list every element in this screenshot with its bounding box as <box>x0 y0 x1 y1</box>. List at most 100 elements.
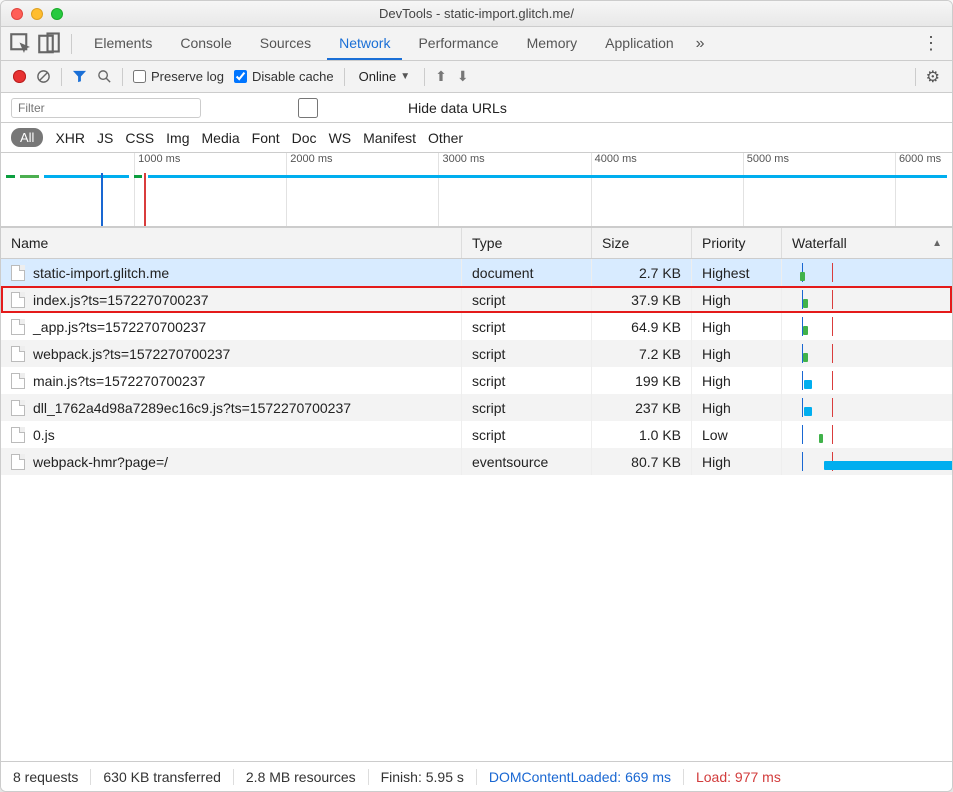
type-filter-doc[interactable]: Doc <box>292 130 317 146</box>
more-tabs-icon[interactable]: » <box>690 35 711 53</box>
hide-data-urls-toggle[interactable]: Hide data URLs <box>213 98 507 118</box>
table-header: Name Type Size Priority Waterfall▲ <box>1 227 952 259</box>
request-name: main.js?ts=1572270700237 <box>33 373 205 389</box>
file-icon <box>11 427 25 443</box>
tab-application[interactable]: Application <box>593 27 686 60</box>
cell-priority: High <box>692 340 782 367</box>
tab-memory[interactable]: Memory <box>515 27 590 60</box>
timeline-tick: 6000 ms <box>899 153 941 165</box>
tab-console[interactable]: Console <box>168 27 243 60</box>
status-load: Load: 977 ms <box>684 769 793 785</box>
cell-priority: High <box>692 448 782 475</box>
filter-icon[interactable] <box>72 69 87 84</box>
hide-data-urls-checkbox[interactable] <box>213 98 403 118</box>
request-name: webpack-hmr?page=/ <box>33 454 168 470</box>
timeline-overview[interactable]: 1000 ms 2000 ms 3000 ms 4000 ms 5000 ms … <box>1 153 952 227</box>
status-resources: 2.8 MB resources <box>234 769 369 785</box>
filter-input[interactable] <box>11 98 201 118</box>
disable-cache-checkbox[interactable] <box>234 70 247 83</box>
devtools-window: DevTools - static-import.glitch.me/ Elem… <box>0 0 953 792</box>
network-toolbar: Preserve log Disable cache Online ▼ ⬆ ⬇ … <box>1 61 952 93</box>
cell-size: 80.7 KB <box>592 448 692 475</box>
file-icon <box>11 373 25 389</box>
table-row[interactable]: webpack-hmr?page=/eventsource80.7 KBHigh <box>1 448 952 475</box>
requests-table: Name Type Size Priority Waterfall▲ stati… <box>1 227 952 761</box>
throttle-select[interactable]: Online ▼ <box>355 67 414 86</box>
panel-tabs: Elements Console Sources Network Perform… <box>1 27 952 61</box>
cell-type: script <box>462 394 592 421</box>
file-icon <box>11 400 25 416</box>
search-icon[interactable] <box>97 69 112 84</box>
table-row[interactable]: dll_1762a4d98a7289ec16c9.js?ts=157227070… <box>1 394 952 421</box>
type-filter-other[interactable]: Other <box>428 130 463 146</box>
col-type[interactable]: Type <box>462 228 592 258</box>
status-domcontentloaded: DOMContentLoaded: 669 ms <box>477 769 684 785</box>
type-filter-manifest[interactable]: Manifest <box>363 130 416 146</box>
preserve-log-checkbox[interactable] <box>133 70 146 83</box>
import-har-icon[interactable]: ⬆ <box>435 68 447 85</box>
cell-priority: High <box>692 394 782 421</box>
table-row[interactable]: webpack.js?ts=1572270700237script7.2 KBH… <box>1 340 952 367</box>
file-icon <box>11 292 25 308</box>
type-filter-media[interactable]: Media <box>202 130 240 146</box>
timeline-tick: 4000 ms <box>595 153 637 165</box>
settings-menu-icon[interactable]: ⋮ <box>918 33 944 54</box>
tab-network[interactable]: Network <box>327 27 402 60</box>
request-name: dll_1762a4d98a7289ec16c9.js?ts=157227070… <box>33 400 351 416</box>
type-filter-font[interactable]: Font <box>252 130 280 146</box>
cell-type: document <box>462 259 592 286</box>
cell-name: main.js?ts=1572270700237 <box>1 367 462 394</box>
preserve-log-label: Preserve log <box>151 69 224 84</box>
record-icon[interactable] <box>13 70 26 83</box>
clear-icon[interactable] <box>36 69 51 84</box>
cell-type: script <box>462 313 592 340</box>
col-size[interactable]: Size <box>592 228 692 258</box>
type-filter-xhr[interactable]: XHR <box>55 130 85 146</box>
cell-name: webpack-hmr?page=/ <box>1 448 462 475</box>
cell-name: _app.js?ts=1572270700237 <box>1 313 462 340</box>
timeline-tick: 5000 ms <box>747 153 789 165</box>
tab-performance[interactable]: Performance <box>406 27 510 60</box>
type-filter-img[interactable]: Img <box>166 130 189 146</box>
cell-name: static-import.glitch.me <box>1 259 462 286</box>
table-row[interactable]: index.js?ts=1572270700237script37.9 KBHi… <box>1 286 952 313</box>
type-filter-all[interactable]: All <box>11 128 43 147</box>
col-waterfall[interactable]: Waterfall▲ <box>782 228 952 258</box>
cell-size: 7.2 KB <box>592 340 692 367</box>
cell-priority: High <box>692 367 782 394</box>
status-requests: 8 requests <box>1 769 91 785</box>
col-priority[interactable]: Priority <box>692 228 782 258</box>
preserve-log-toggle[interactable]: Preserve log <box>133 69 224 84</box>
table-row[interactable]: 0.jsscript1.0 KBLow <box>1 421 952 448</box>
table-row[interactable]: _app.js?ts=1572270700237script64.9 KBHig… <box>1 313 952 340</box>
cell-priority: Low <box>692 421 782 448</box>
type-filter-css[interactable]: CSS <box>125 130 154 146</box>
file-icon <box>11 319 25 335</box>
inspect-element-icon[interactable] <box>9 32 33 56</box>
cell-waterfall <box>782 448 952 475</box>
tab-sources[interactable]: Sources <box>248 27 323 60</box>
export-har-icon[interactable]: ⬇ <box>457 68 469 85</box>
disable-cache-toggle[interactable]: Disable cache <box>234 69 334 84</box>
request-name: 0.js <box>33 427 55 443</box>
device-toolbar-icon[interactable] <box>37 32 61 56</box>
cell-type: script <box>462 367 592 394</box>
network-settings-icon[interactable]: ⚙ <box>926 67 940 87</box>
tab-elements[interactable]: Elements <box>82 27 164 60</box>
timeline-tick: 2000 ms <box>290 153 332 165</box>
cell-priority: Highest <box>692 259 782 286</box>
status-bar: 8 requests 630 KB transferred 2.8 MB res… <box>1 761 952 791</box>
window-titlebar: DevTools - static-import.glitch.me/ <box>1 1 952 27</box>
request-name: webpack.js?ts=1572270700237 <box>33 346 230 362</box>
table-row[interactable]: main.js?ts=1572270700237script199 KBHigh <box>1 367 952 394</box>
request-name: index.js?ts=1572270700237 <box>33 292 209 308</box>
disable-cache-label: Disable cache <box>252 69 334 84</box>
table-row[interactable]: static-import.glitch.medocument2.7 KBHig… <box>1 259 952 286</box>
sort-asc-icon: ▲ <box>932 238 942 249</box>
cell-priority: High <box>692 313 782 340</box>
request-name: static-import.glitch.me <box>33 265 169 281</box>
timeline-tick: 3000 ms <box>442 153 484 165</box>
type-filter-js[interactable]: JS <box>97 130 113 146</box>
type-filter-ws[interactable]: WS <box>329 130 352 146</box>
col-name[interactable]: Name <box>1 228 462 258</box>
